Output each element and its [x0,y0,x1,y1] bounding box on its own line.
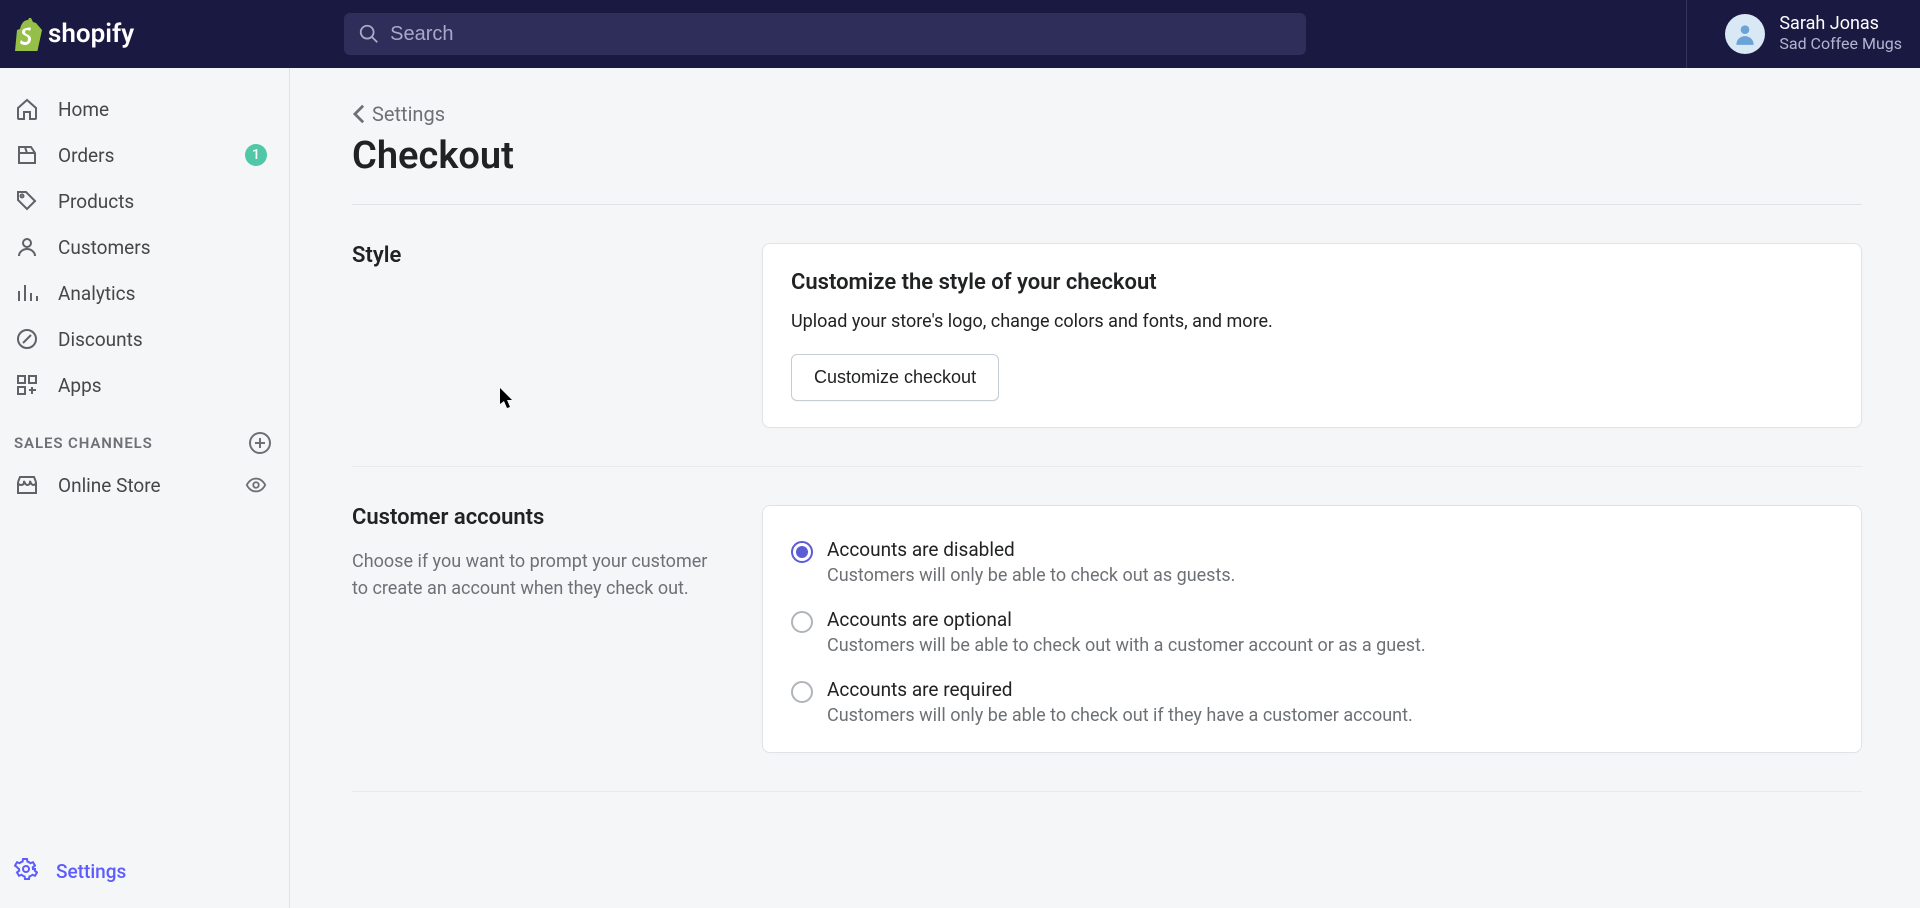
analytics-icon [14,280,40,306]
shopify-wordmark: shopify [48,19,134,49]
sidebar-item-label: Customers [58,236,267,259]
section-style: Style Customize the style of your checko… [352,205,1862,467]
user-menu[interactable]: Sarah Jonas Sad Coffee Mugs [1725,14,1902,54]
view-store-button[interactable] [245,474,267,496]
sidebar-item-label: Discounts [58,328,267,351]
eye-icon [245,474,267,496]
sidebar-settings-label: Settings [56,860,126,883]
radio-desc: Customers will be able to check out with… [827,635,1426,656]
radio-option-required[interactable]: Accounts are required Customers will onl… [791,672,1833,726]
sidebar: Home Orders 1 Products Customers A [0,68,290,908]
store-icon [14,472,40,498]
sidebar-item-label: Apps [58,374,267,397]
card-desc: Upload your store's logo, change colors … [791,311,1833,332]
radio-label: Accounts are optional [827,608,1426,631]
radio-label: Accounts are required [827,678,1413,701]
sidebar-item-label: Products [58,190,267,213]
sidebar-item-home[interactable]: Home [0,86,289,132]
main-content: Settings Checkout Style Customize the st… [290,68,1920,908]
sidebar-item-customers[interactable]: Customers [0,224,289,270]
home-icon [14,96,40,122]
section-customer-accounts: Customer accounts Choose if you want to … [352,467,1862,792]
radio-input[interactable] [791,681,813,703]
sidebar-section-header: SALES CHANNELS [0,408,289,462]
sidebar-item-label: Online Store [58,474,227,497]
breadcrumb-back[interactable]: Settings [352,102,1862,126]
sidebar-item-label: Analytics [58,282,267,305]
section-desc: Choose if you want to prompt your custom… [352,548,722,602]
sidebar-item-orders[interactable]: Orders 1 [0,132,289,178]
search-bar[interactable] [344,13,1306,55]
radio-input[interactable] [791,541,813,563]
person-icon [14,234,40,260]
breadcrumb-label: Settings [372,102,445,126]
card-title: Customize the style of your checkout [791,270,1833,295]
radio-label: Accounts are disabled [827,538,1235,561]
radio-option-disabled[interactable]: Accounts are disabled Customers will onl… [791,532,1833,602]
customize-checkout-button[interactable]: Customize checkout [791,354,999,401]
sidebar-item-products[interactable]: Products [0,178,289,224]
radio-input[interactable] [791,611,813,633]
orders-badge: 1 [245,144,267,166]
sidebar-item-analytics[interactable]: Analytics [0,270,289,316]
store-name: Sad Coffee Mugs [1779,35,1902,53]
sidebar-channel-online-store[interactable]: Online Store [0,462,289,508]
shopify-bag-icon [12,17,42,51]
sidebar-item-apps[interactable]: Apps [0,362,289,408]
radio-option-optional[interactable]: Accounts are optional Customers will be … [791,602,1833,672]
search-input[interactable] [390,23,1292,46]
avatar [1725,14,1765,54]
sidebar-settings-link[interactable]: Settings [0,839,289,908]
topbar: shopify Sarah Jonas Sad Coffee Mugs [0,0,1920,68]
user-name: Sarah Jonas [1779,14,1902,35]
page-title: Checkout [352,134,1862,178]
topbar-divider [1686,0,1687,68]
sidebar-section-label: SALES CHANNELS [14,434,153,452]
section-heading: Customer accounts [352,505,722,530]
add-channel-button[interactable] [249,432,271,454]
sidebar-item-label: Home [58,98,267,121]
plus-icon [255,438,265,448]
orders-icon [14,142,40,168]
gear-icon [14,857,38,886]
search-icon [358,23,380,45]
radio-desc: Customers will only be able to check out… [827,705,1413,726]
discount-icon [14,326,40,352]
tag-icon [14,188,40,214]
shopify-logo[interactable]: shopify [12,17,134,51]
accounts-card: Accounts are disabled Customers will onl… [762,505,1862,753]
section-heading: Style [352,243,722,268]
sidebar-item-discounts[interactable]: Discounts [0,316,289,362]
apps-icon [14,372,40,398]
style-card: Customize the style of your checkout Upl… [762,243,1862,428]
radio-desc: Customers will only be able to check out… [827,565,1235,586]
sidebar-item-label: Orders [58,144,227,167]
chevron-left-icon [352,103,366,125]
